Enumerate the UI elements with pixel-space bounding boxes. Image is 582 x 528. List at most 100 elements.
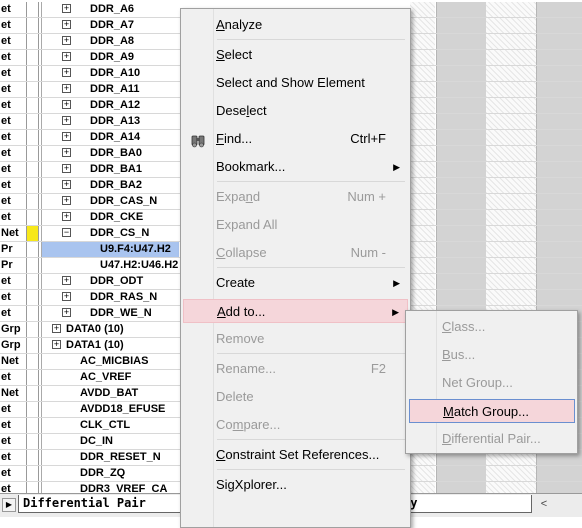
horizontal-scroll-left-icon[interactable]: < — [537, 496, 551, 512]
row-type-cell: et — [1, 35, 11, 47]
expand-icon[interactable]: + — [62, 68, 71, 77]
menu-item-deselect[interactable]: Deselect — [183, 99, 408, 123]
object-name-label: CLK_CTL — [80, 419, 131, 431]
submenu-item-class[interactable]: Class... — [409, 315, 575, 339]
menu-item-add-to[interactable]: Add to... ▶ — [183, 299, 408, 323]
hatched-cell — [486, 242, 536, 257]
object-name-cell[interactable]: + DDR_A10 — [41, 66, 179, 81]
expand-icon[interactable]: + — [62, 116, 71, 125]
object-name-cell[interactable]: + DDR_A9 — [41, 50, 179, 65]
object-name-cell[interactable]: + DATA1 (10) — [41, 338, 179, 353]
expand-icon[interactable]: + — [62, 148, 71, 157]
hatched-cell — [410, 210, 435, 225]
object-name-cell[interactable]: + DDR_BA2 — [41, 178, 179, 193]
object-name-label: DDR_CS_N — [90, 227, 150, 239]
expand-icon[interactable]: + — [62, 84, 71, 93]
object-name-cell[interactable]: AC_VREF — [41, 370, 179, 385]
menu-item-create[interactable]: Create ▶ — [183, 271, 408, 295]
row-marker-cell — [26, 386, 39, 401]
object-name-cell[interactable]: + DDR_A14 — [41, 130, 179, 145]
row-marker-cell — [26, 114, 39, 129]
menu-item-remove[interactable]: Remove — [183, 327, 408, 351]
gray-cell — [536, 226, 582, 241]
menu-item-collapse[interactable]: Collapse Num - — [183, 241, 408, 265]
menu-item-select-and-show-element[interactable]: Select and Show Element — [183, 71, 408, 95]
expand-icon[interactable]: + — [62, 212, 71, 221]
row-marker-cell — [26, 146, 39, 161]
menu-item-find[interactable]: Find... Ctrl+F — [183, 127, 408, 151]
object-name-cell[interactable]: DC_IN — [41, 434, 179, 449]
row-type-cell: et — [1, 275, 11, 287]
menu-item-bookmark[interactable]: Bookmark... ▶ — [183, 155, 408, 179]
object-name-cell[interactable]: AVDD_BAT — [41, 386, 179, 401]
context-menu: Analyze Select Select and Show Element Dese… — [180, 8, 411, 528]
object-name-cell[interactable]: + DDR_A12 — [41, 98, 179, 113]
expand-icon[interactable]: + — [52, 340, 61, 349]
expand-icon[interactable]: + — [62, 308, 71, 317]
row-type-cell: Net — [1, 355, 19, 367]
hatched-cell — [486, 194, 536, 209]
object-name-cell[interactable]: + DDR_A6 — [41, 2, 179, 17]
expand-icon[interactable]: + — [62, 52, 71, 61]
expand-icon[interactable]: + — [62, 164, 71, 173]
tab-differential-pair[interactable]: Differential Pair — [18, 495, 196, 513]
object-name-cell[interactable]: U47.H2:U46.H2 — [41, 258, 179, 273]
row-type-cell: et — [1, 403, 11, 415]
menu-item-select[interactable]: Select — [183, 43, 408, 67]
object-name-cell[interactable]: CLK_CTL — [41, 418, 179, 433]
menu-item-sigxplorer[interactable]: SigXplorer... — [183, 473, 408, 497]
expand-icon[interactable]: + — [62, 292, 71, 301]
menu-item-rename[interactable]: Rename... F2 — [183, 357, 408, 381]
object-name-cell[interactable]: + DDR_CKE — [41, 210, 179, 225]
object-name-cell[interactable]: + DDR_A11 — [41, 82, 179, 97]
expand-icon[interactable]: + — [62, 276, 71, 285]
object-name-cell[interactable]: DDR_RESET_N — [41, 450, 179, 465]
gray-cell — [436, 66, 486, 81]
collapse-icon[interactable]: − — [62, 228, 71, 237]
tab-partial[interactable]: ay — [400, 495, 532, 513]
menu-item-analyze[interactable]: Analyze — [183, 13, 408, 37]
object-name-label: DDR_A9 — [90, 51, 135, 63]
object-name-cell[interactable]: AVDD18_EFUSE — [41, 402, 179, 417]
object-name-cell[interactable]: + DDR_A7 — [41, 18, 179, 33]
expand-icon[interactable]: + — [62, 196, 71, 205]
object-name-cell[interactable]: + DATA0 (10) — [41, 322, 179, 337]
expand-icon[interactable]: + — [52, 324, 61, 333]
object-name-cell[interactable]: + DDR_BA1 — [41, 162, 179, 177]
menu-item-compare[interactable]: Compare... — [183, 413, 408, 437]
object-name-cell[interactable]: + DDR_CAS_N — [41, 194, 179, 209]
object-name-cell[interactable]: + DDR_ODT — [41, 274, 179, 289]
expand-icon[interactable]: + — [62, 36, 71, 45]
menu-item-shortcut: Num - — [350, 245, 386, 260]
expand-icon[interactable]: + — [62, 132, 71, 141]
menu-item-expand-all[interactable]: Expand All — [183, 213, 408, 237]
expand-icon[interactable]: + — [62, 20, 71, 29]
submenu-item-bus[interactable]: Bus... — [409, 343, 575, 367]
object-name-cell[interactable]: DDR_ZQ — [41, 466, 179, 481]
hatched-cell — [410, 242, 435, 257]
gray-cell — [436, 114, 486, 129]
menu-item-delete[interactable]: Delete — [183, 385, 408, 409]
object-name-cell[interactable]: AC_MICBIAS — [41, 354, 179, 369]
menu-item-constraint-set-references[interactable]: Constraint Set References... — [183, 443, 408, 467]
submenu-item-label: Class... — [442, 319, 486, 334]
menu-item-label: Analyze — [216, 17, 263, 32]
expand-icon[interactable]: + — [62, 100, 71, 109]
row-type-cell: et — [1, 83, 11, 95]
object-name-cell[interactable]: − DDR_CS_N — [41, 226, 179, 241]
tab-scroll-left-button[interactable]: ▶ — [2, 498, 16, 512]
submenu-item-match-group[interactable]: Match Group... — [409, 399, 575, 423]
expand-icon[interactable]: + — [62, 4, 71, 13]
submenu-item-net-group[interactable]: Net Group... — [409, 371, 575, 395]
expand-icon[interactable]: + — [62, 180, 71, 189]
menu-item-expand[interactable]: Expand Num + — [183, 185, 408, 209]
menu-separator — [217, 181, 405, 182]
object-name-cell[interactable]: + DDR_A8 — [41, 34, 179, 49]
row-marker-cell — [26, 466, 39, 481]
submenu-item-differential-pair[interactable]: Differential Pair... — [409, 427, 575, 451]
object-name-cell[interactable]: U9.F4:U47.H2 — [41, 242, 179, 257]
object-name-cell[interactable]: + DDR_A13 — [41, 114, 179, 129]
object-name-cell[interactable]: + DDR_WE_N — [41, 306, 179, 321]
object-name-cell[interactable]: + DDR_RAS_N — [41, 290, 179, 305]
object-name-cell[interactable]: + DDR_BA0 — [41, 146, 179, 161]
